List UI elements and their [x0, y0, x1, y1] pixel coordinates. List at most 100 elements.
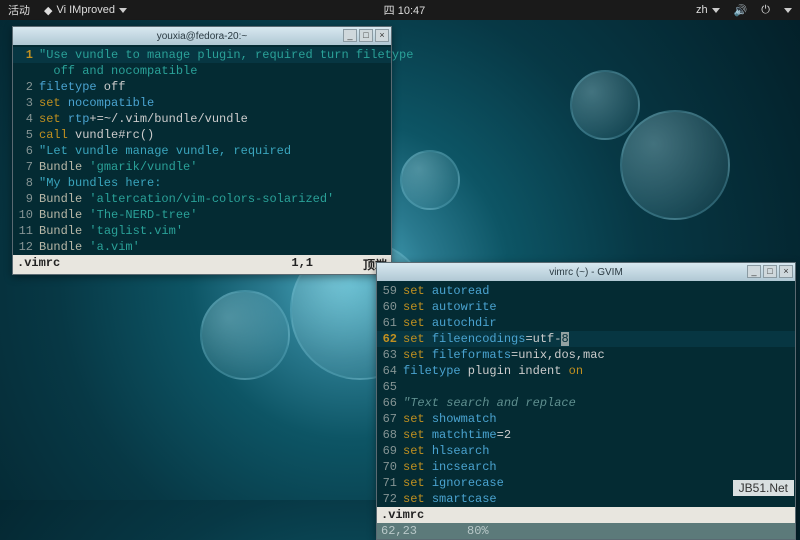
line-content: set smartcase	[403, 491, 497, 507]
code-line[interactable]: off and nocompatible	[13, 63, 391, 79]
line-number: 70	[377, 459, 403, 475]
line-content: Bundle 'The-NERD-tree'	[39, 207, 197, 223]
line-number	[13, 63, 39, 79]
line-content: filetype plugin indent on	[403, 363, 583, 379]
vim-statusbar: .vimrc	[377, 507, 795, 523]
line-number: 1	[13, 47, 39, 63]
line-content: set hlsearch	[403, 443, 489, 459]
close-button[interactable]: ×	[779, 265, 793, 278]
code-line[interactable]: 61set autochdir	[377, 315, 795, 331]
code-line[interactable]: 4set rtp+=~/.vim/bundle/vundle	[13, 111, 391, 127]
line-content: set incsearch	[403, 459, 497, 475]
line-content: set autoread	[403, 283, 489, 299]
window-titlebar[interactable]: youxia@fedora-20:~ _ □ ×	[13, 27, 391, 45]
chevron-down-icon	[119, 8, 127, 13]
line-content: Bundle 'gmarik/vundle'	[39, 159, 197, 175]
line-content: Bundle 'taglist.vim'	[39, 223, 183, 239]
line-number: 65	[377, 379, 403, 395]
terminal-window[interactable]: youxia@fedora-20:~ _ □ × 1"Use vundle to…	[12, 26, 392, 275]
maximize-button[interactable]: □	[763, 265, 777, 278]
line-number: 61	[377, 315, 403, 331]
line-number: 59	[377, 283, 403, 299]
line-content: set fileencodings=utf-8	[403, 331, 569, 347]
code-line[interactable]: 10Bundle 'The-NERD-tree'	[13, 207, 391, 223]
close-button[interactable]: ×	[375, 29, 389, 42]
line-number: 63	[377, 347, 403, 363]
line-number: 2	[13, 79, 39, 95]
status-position: 1,1	[291, 256, 313, 273]
minimize-button[interactable]: _	[343, 29, 357, 42]
vim-editor[interactable]: 59set autoread60set autowrite61set autoc…	[377, 281, 795, 507]
line-content: set rtp+=~/.vim/bundle/vundle	[39, 111, 248, 127]
code-line[interactable]: 5call vundle#rc()	[13, 127, 391, 143]
line-number: 11	[13, 223, 39, 239]
code-line[interactable]: 64filetype plugin indent on	[377, 363, 795, 379]
vim-icon: ◆	[44, 4, 52, 17]
code-line[interactable]: 11Bundle 'taglist.vim'	[13, 223, 391, 239]
app-menu-label: Vi IMproved	[56, 4, 115, 16]
status-filename: .vimrc	[381, 508, 424, 522]
line-content: set nocompatible	[39, 95, 154, 111]
window-title: vimrc (~) - GVIM	[549, 267, 623, 278]
status-position: 62,23	[381, 524, 417, 538]
code-line[interactable]: 7Bundle 'gmarik/vundle'	[13, 159, 391, 175]
code-line[interactable]: 70set incsearch	[377, 459, 795, 475]
line-number: 7	[13, 159, 39, 175]
code-line[interactable]: 12Bundle 'a.vim'	[13, 239, 391, 255]
clock[interactable]: 四 10:47	[384, 2, 426, 18]
vim-statusbar: .vimrc 1,1 顶端	[13, 255, 391, 274]
volume-icon[interactable]: 🔊	[734, 4, 748, 17]
activities-button[interactable]: 活动	[8, 2, 30, 18]
line-number: 72	[377, 491, 403, 507]
vim-editor[interactable]: 1"Use vundle to manage plugin, required …	[13, 45, 391, 255]
minimize-button[interactable]: _	[747, 265, 761, 278]
line-number: 66	[377, 395, 403, 411]
line-number: 6	[13, 143, 39, 159]
window-title: youxia@fedora-20:~	[157, 31, 247, 42]
status-filename: .vimrc	[17, 256, 60, 273]
code-line[interactable]: 69set hlsearch	[377, 443, 795, 459]
line-content: filetype off	[39, 79, 125, 95]
line-number: 12	[13, 239, 39, 255]
code-line[interactable]: 66"Text search and replace	[377, 395, 795, 411]
gvim-window[interactable]: vimrc (~) - GVIM _ □ × 59set autoread60s…	[376, 262, 796, 540]
code-line[interactable]: 67set showmatch	[377, 411, 795, 427]
watermark: JB51.Net	[733, 480, 794, 496]
app-menu[interactable]: ◆ Vi IMproved	[44, 4, 127, 17]
code-line[interactable]: 8"My bundles here:	[13, 175, 391, 191]
line-number: 4	[13, 111, 39, 127]
line-content: "Use vundle to manage plugin, required t…	[39, 47, 413, 63]
line-content: set ignorecase	[403, 475, 504, 491]
input-source[interactable]: zh	[696, 4, 720, 17]
line-number: 71	[377, 475, 403, 491]
power-icon[interactable]: ⏻	[761, 4, 770, 17]
code-line[interactable]: 60set autowrite	[377, 299, 795, 315]
code-line[interactable]: 62set fileencodings=utf-8	[377, 331, 795, 347]
line-content: "My bundles here:	[39, 175, 161, 191]
status-percent: 80%	[467, 524, 489, 538]
line-content: set matchtime=2	[403, 427, 511, 443]
user-menu[interactable]	[784, 4, 792, 17]
line-number: 10	[13, 207, 39, 223]
vim-ruler: 62,23 80%	[377, 523, 795, 539]
code-line[interactable]: 65	[377, 379, 795, 395]
wallpaper-bubble	[200, 290, 290, 380]
lang-label: zh	[696, 4, 708, 16]
code-line[interactable]: 59set autoread	[377, 283, 795, 299]
code-line[interactable]: 3set nocompatible	[13, 95, 391, 111]
wallpaper-bubble	[400, 150, 460, 210]
line-number: 67	[377, 411, 403, 427]
line-content: call vundle#rc()	[39, 127, 154, 143]
line-content: set showmatch	[403, 411, 497, 427]
wallpaper-bubble	[570, 70, 640, 140]
code-line[interactable]: 9Bundle 'altercation/vim-colors-solarize…	[13, 191, 391, 207]
code-line[interactable]: 63set fileformats=unix,dos,mac	[377, 347, 795, 363]
line-content: set autochdir	[403, 315, 497, 331]
line-number: 64	[377, 363, 403, 379]
code-line[interactable]: 6"Let vundle manage vundle, required	[13, 143, 391, 159]
code-line[interactable]: 2filetype off	[13, 79, 391, 95]
code-line[interactable]: 1"Use vundle to manage plugin, required …	[13, 47, 391, 63]
code-line[interactable]: 68set matchtime=2	[377, 427, 795, 443]
maximize-button[interactable]: □	[359, 29, 373, 42]
window-titlebar[interactable]: vimrc (~) - GVIM _ □ ×	[377, 263, 795, 281]
